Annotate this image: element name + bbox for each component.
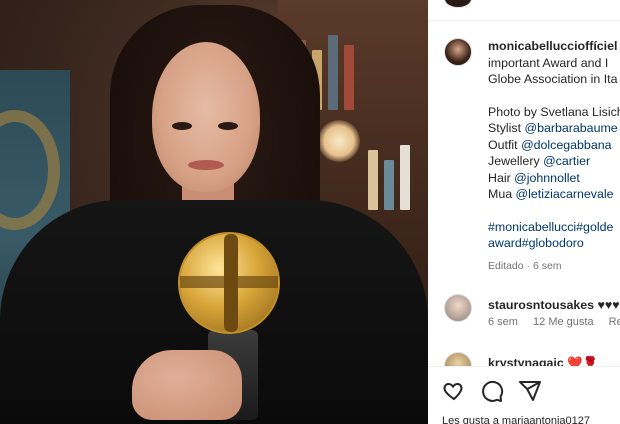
comment-text: ♥♥♥ xyxy=(597,298,620,312)
background-lamp xyxy=(318,120,360,162)
commenter-username[interactable]: staurosntousakes xyxy=(488,298,594,312)
author-username[interactable]: monicabelluccioffíciel xyxy=(488,39,617,53)
mention-link[interactable]: @barbarabaume xyxy=(525,121,618,135)
divider xyxy=(428,20,620,21)
mention-link[interactable]: @dolcegabbana xyxy=(521,138,611,152)
comment-likes[interactable]: 12 Me gusta xyxy=(533,316,594,328)
author-avatar[interactable] xyxy=(444,38,472,66)
heart-icon[interactable] xyxy=(442,379,466,403)
send-icon[interactable] xyxy=(518,379,542,403)
comment-time: 6 sem xyxy=(488,316,518,328)
caption-line: important Award and I xyxy=(488,55,609,70)
comment-icon[interactable] xyxy=(480,379,504,403)
credit-label: Outfit xyxy=(488,137,522,152)
commenter-avatar[interactable] xyxy=(444,294,472,322)
hashtag-link[interactable]: #monicabellucci#golde xyxy=(488,219,620,236)
golden-globe-award xyxy=(178,232,280,334)
hashtag-link[interactable]: award#globodoro xyxy=(488,235,620,252)
post-photo[interactable] xyxy=(0,0,428,424)
mention-link[interactable]: @letiziacarnevale xyxy=(516,187,614,201)
likes-summary[interactable]: Les gusta a mariaantonia0127 xyxy=(442,415,590,424)
credit-photo: Photo by Svetlana Lisich xyxy=(488,104,620,119)
header-avatar[interactable] xyxy=(444,0,472,8)
credit-label: Stylist xyxy=(488,121,525,135)
left-eye xyxy=(172,122,192,130)
face xyxy=(152,42,260,192)
mention-link[interactable]: @cartier xyxy=(543,154,590,168)
lips xyxy=(188,160,224,170)
hand xyxy=(132,350,242,420)
post-caption: monicabelluccioffíciel important Award a… xyxy=(488,38,620,274)
post-side-panel: monicabelluccioffíciel important Award a… xyxy=(428,0,620,424)
action-bar: Les gusta a mariaantonia0127 xyxy=(428,366,620,424)
credit-label: Mua xyxy=(488,187,516,201)
credit-label: Hair xyxy=(488,170,515,185)
right-eye xyxy=(218,122,238,130)
reply-button[interactable]: Resp xyxy=(609,316,620,328)
caption-line: Globe Association in Ita xyxy=(488,72,618,86)
mention-link[interactable]: @johnnollet xyxy=(514,171,580,185)
credit-label: Jewellery xyxy=(488,154,544,168)
edited-timestamp: Editado · 6 sem xyxy=(488,259,562,272)
